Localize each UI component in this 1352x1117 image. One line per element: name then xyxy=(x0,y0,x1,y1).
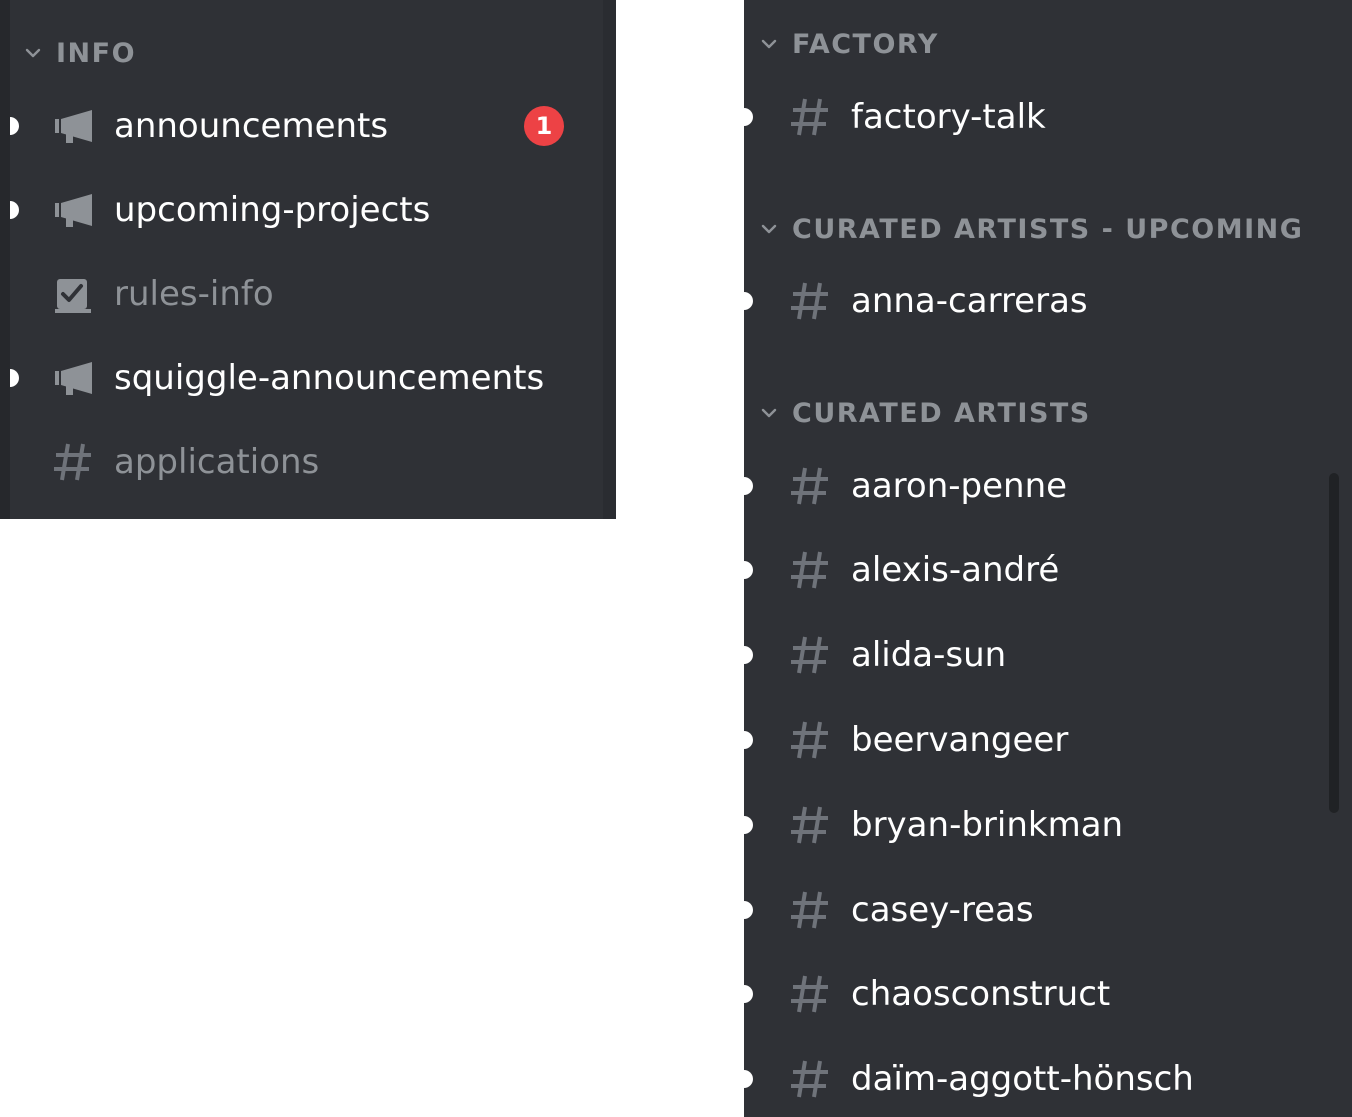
channel-name: rules-info xyxy=(114,274,274,314)
megaphone-icon xyxy=(52,189,94,231)
hashtag-icon xyxy=(789,804,831,846)
channel-alida-sun[interactable]: alida-sun xyxy=(744,625,1324,685)
unread-indicator xyxy=(10,369,19,387)
rules-checkbox-icon xyxy=(52,273,94,315)
category-label: CURATED ARTISTS - UPCOMING xyxy=(792,213,1304,245)
channel-name: beervangeer xyxy=(851,720,1069,760)
unread-indicator xyxy=(744,561,753,579)
channel-announcements[interactable]: announcements 1 xyxy=(0,96,600,156)
unread-indicator xyxy=(744,901,753,919)
unread-indicator xyxy=(10,117,19,135)
mention-badge: 1 xyxy=(524,106,564,146)
left-channel-list: INFO announcements 1 upcoming-projects r… xyxy=(0,0,616,519)
channel-name: aaron-penne xyxy=(851,466,1068,506)
channel-alexis-andre[interactable]: alexis-andré xyxy=(744,540,1324,600)
left-scroll-strip xyxy=(603,0,616,519)
hashtag-icon xyxy=(52,441,94,483)
unread-indicator xyxy=(744,292,753,310)
category-label: INFO xyxy=(56,37,137,69)
megaphone-icon xyxy=(52,105,94,147)
hashtag-icon xyxy=(789,973,831,1015)
channel-name: bryan-brinkman xyxy=(851,805,1124,845)
category-curated-artists[interactable]: CURATED ARTISTS xyxy=(758,393,1091,433)
chevron-down-icon xyxy=(761,224,777,234)
chevron-down-icon xyxy=(25,48,41,58)
unread-indicator xyxy=(10,201,19,219)
hashtag-icon xyxy=(789,96,831,138)
scrollbar-thumb[interactable] xyxy=(1329,473,1339,813)
channel-daim-aggott-honsch[interactable]: daïm-aggott-hönsch xyxy=(744,1049,1324,1109)
channel-name: applications xyxy=(114,442,320,482)
category-label: FACTORY xyxy=(792,28,939,60)
channel-aaron-penne[interactable]: aaron-penne xyxy=(744,456,1324,516)
hashtag-icon xyxy=(789,549,831,591)
chevron-down-icon xyxy=(761,39,777,49)
unread-indicator xyxy=(744,816,753,834)
category-info[interactable]: INFO xyxy=(22,33,136,73)
channel-anna-carreras[interactable]: anna-carreras xyxy=(744,271,1324,331)
channel-name: announcements xyxy=(114,106,389,146)
channel-name: chaosconstruct xyxy=(851,974,1111,1014)
category-factory[interactable]: FACTORY xyxy=(758,24,939,64)
unread-indicator xyxy=(744,646,753,664)
channel-applications[interactable]: applications xyxy=(0,432,600,492)
hashtag-icon xyxy=(789,719,831,761)
unread-indicator xyxy=(744,1070,753,1088)
channel-rules-info[interactable]: rules-info xyxy=(0,264,600,324)
channel-chaosconstruct[interactable]: chaosconstruct xyxy=(744,964,1324,1024)
channel-name: alexis-andré xyxy=(851,550,1060,590)
channel-upcoming-projects[interactable]: upcoming-projects xyxy=(0,180,600,240)
unread-indicator xyxy=(744,477,753,495)
channel-name: daïm-aggott-hönsch xyxy=(851,1059,1194,1099)
channel-squiggle-announcements[interactable]: squiggle-announcements xyxy=(0,348,600,408)
chevron-down-icon xyxy=(761,408,777,418)
channel-casey-reas[interactable]: casey-reas xyxy=(744,880,1324,940)
unread-indicator xyxy=(744,985,753,1003)
hashtag-icon xyxy=(789,889,831,931)
hashtag-icon xyxy=(789,465,831,507)
hashtag-icon xyxy=(789,1058,831,1100)
channel-name: squiggle-announcements xyxy=(114,358,545,398)
channel-beervangeer[interactable]: beervangeer xyxy=(744,710,1324,770)
channel-name: casey-reas xyxy=(851,890,1034,930)
channel-factory-talk[interactable]: factory-talk xyxy=(744,87,1324,147)
channel-name: anna-carreras xyxy=(851,281,1088,321)
hashtag-icon xyxy=(789,280,831,322)
channel-bryan-brinkman[interactable]: bryan-brinkman xyxy=(744,795,1324,855)
unread-indicator xyxy=(744,108,753,126)
right-channel-list: FACTORY factory-talk CURATED ARTISTS - U… xyxy=(744,0,1352,1117)
channel-name: upcoming-projects xyxy=(114,190,431,230)
hashtag-icon xyxy=(789,634,831,676)
channel-name: factory-talk xyxy=(851,97,1046,137)
channel-name: alida-sun xyxy=(851,635,1007,675)
category-label: CURATED ARTISTS xyxy=(792,397,1091,429)
category-curated-artists-upcoming[interactable]: CURATED ARTISTS - UPCOMING xyxy=(758,209,1303,249)
megaphone-icon xyxy=(52,357,94,399)
unread-indicator xyxy=(744,731,753,749)
